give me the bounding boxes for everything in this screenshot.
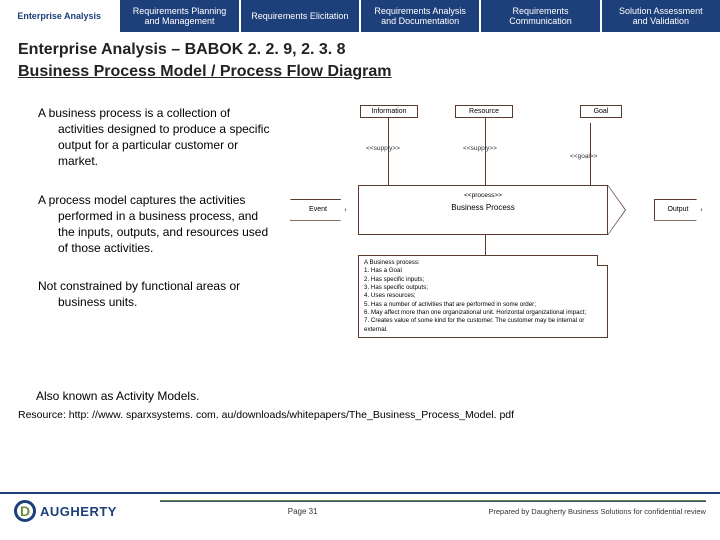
tab-requirements-analysis[interactable]: Requirements Analysis and Documentation bbox=[361, 0, 481, 32]
note-item: 1. Has a Goal bbox=[364, 267, 602, 275]
page-number: Page 31 bbox=[288, 507, 318, 516]
note-item: 7. Creates value of some kind for the cu… bbox=[364, 317, 602, 334]
logo-icon: D bbox=[14, 500, 36, 522]
process-diagram: Information Resource Goal <<supply>> <<s… bbox=[290, 105, 702, 385]
process-label: Business Process bbox=[359, 203, 607, 212]
tab-requirements-elicitation[interactable]: Requirements Elicitation bbox=[241, 0, 361, 32]
slide-title-line2: Business Process Model / Process Flow Di… bbox=[18, 63, 702, 81]
slide-content: Enterprise Analysis – BABOK 2. 2. 9, 2. … bbox=[0, 32, 720, 403]
footer: D AUGHERTY Page 31 Prepared by Daugherty… bbox=[0, 492, 720, 540]
paragraph-4: Also known as Activity Models. bbox=[36, 389, 702, 403]
process-arrow-icon bbox=[608, 185, 626, 235]
note-item: 2. Has specific inputs; bbox=[364, 276, 602, 284]
tab-bar: Enterprise Analysis Requirements Plannin… bbox=[0, 0, 720, 32]
tab-solution-assessment[interactable]: Solution Assessment and Validation bbox=[602, 0, 720, 32]
stereotype-process: <<process>> bbox=[359, 192, 607, 199]
paragraph-1: A business process is a collection of ac… bbox=[18, 105, 278, 170]
text-column: A business process is a collection of ac… bbox=[18, 105, 278, 385]
footer-divider bbox=[160, 500, 706, 502]
note-item: 6. May affect more than one organization… bbox=[364, 309, 602, 317]
note-item: 4. Uses resources; bbox=[364, 292, 602, 300]
logo-text: AUGHERTY bbox=[40, 504, 117, 519]
notes-title: A Business process: bbox=[364, 259, 602, 267]
diagram-output: Output bbox=[654, 199, 702, 221]
logo-letter: D bbox=[20, 503, 30, 519]
slide-title-line1: Enterprise Analysis – BABOK 2. 2. 9, 2. … bbox=[18, 40, 702, 61]
connector bbox=[485, 235, 486, 255]
stereotype-supply: <<supply>> bbox=[366, 145, 400, 152]
event-label: Event bbox=[309, 206, 327, 213]
paragraph-3: Not constrained by functional areas or b… bbox=[18, 278, 278, 310]
output-label: Output bbox=[667, 206, 688, 213]
paragraph-2: A process model captures the activities … bbox=[18, 192, 278, 257]
resource-link: Resource: http: //www. sparxsystems. com… bbox=[18, 409, 720, 421]
diagram-process: <<process>> Business Process bbox=[358, 185, 608, 235]
tab-requirements-communication[interactable]: Requirements Communication bbox=[481, 0, 601, 32]
diagram-box-resource: Resource bbox=[455, 105, 513, 118]
stereotype-goal: <<goal>> bbox=[570, 153, 597, 160]
diagram-notes: A Business process: 1. Has a Goal 2. Has… bbox=[358, 255, 608, 338]
note-item: 5. Has a number of activities that are p… bbox=[364, 301, 602, 309]
logo: D AUGHERTY bbox=[14, 500, 117, 522]
diagram-box-information: Information bbox=[360, 105, 418, 118]
diagram-event: Event bbox=[290, 199, 346, 221]
tab-requirements-planning[interactable]: Requirements Planning and Management bbox=[120, 0, 240, 32]
prepared-by: Prepared by Daugherty Business Solutions… bbox=[488, 507, 706, 516]
note-item: 3. Has specific outputs; bbox=[364, 284, 602, 292]
stereotype-supply: <<supply>> bbox=[463, 145, 497, 152]
tab-enterprise-analysis[interactable]: Enterprise Analysis bbox=[0, 0, 120, 32]
diagram-box-goal: Goal bbox=[580, 105, 622, 118]
